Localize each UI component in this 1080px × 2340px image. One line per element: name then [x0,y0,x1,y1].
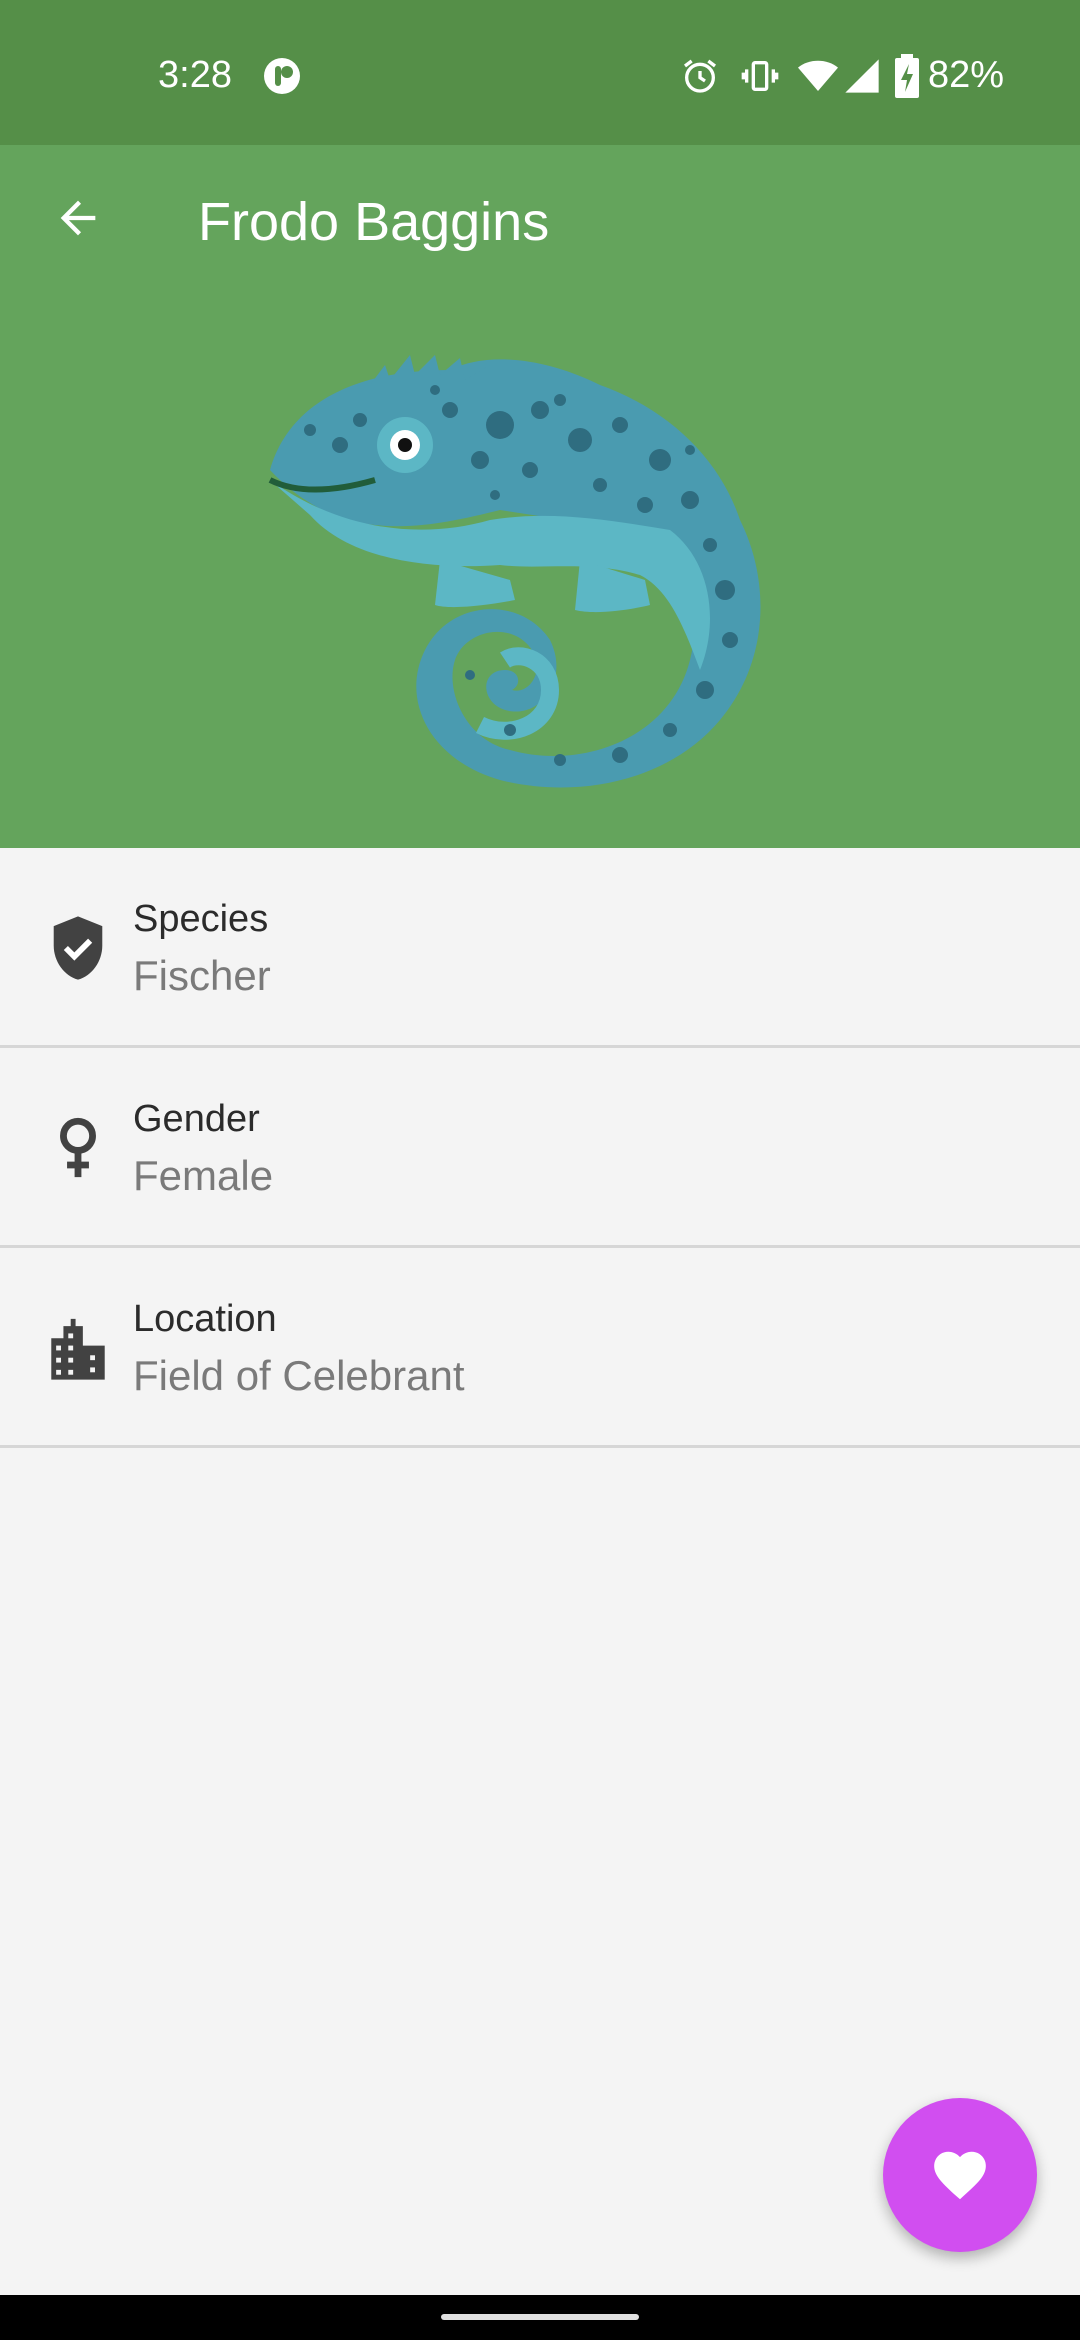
arrow-back-icon [60,200,96,236]
species-label: Species [133,898,269,940]
alarm-icon [684,59,716,93]
home-indicator[interactable] [441,2314,639,2320]
location-label: Location [133,1298,277,1340]
favorite-button[interactable] [883,2098,1037,2252]
wifi-icon [798,60,838,91]
detail-row-location: Location Field of Celebrant [0,1248,1080,1448]
page-title: Frodo Baggins [198,192,550,252]
gender-label: Gender [133,1098,260,1140]
battery-charging-icon [895,54,919,98]
app-header: Frodo Baggins [0,145,1080,848]
detail-row-gender: Gender Female [0,1048,1080,1248]
vibrate-icon [741,61,779,91]
female-icon [60,1117,96,1178]
detail-row-species: Species Fischer [0,848,1080,1048]
gender-value: Female [133,1152,274,1199]
status-bar: 3:28 82% [0,0,1080,145]
navigation-bar [0,2295,1080,2340]
heart-icon [934,2151,986,2200]
back-button[interactable] [40,180,116,256]
cell-signal-icon [845,59,879,93]
battery-percent: 82% [928,54,1005,96]
status-time: 3:28 [158,54,232,96]
detail-list: Species Fischer Gender Female Location F… [0,848,1080,1448]
location-city-icon [51,1318,105,1380]
app-notification-icon [264,58,300,94]
chameleon-illustration [268,355,761,788]
verified-shield-icon [53,916,103,980]
species-value: Fischer [133,952,271,999]
location-value: Field of Celebrant [133,1352,465,1399]
